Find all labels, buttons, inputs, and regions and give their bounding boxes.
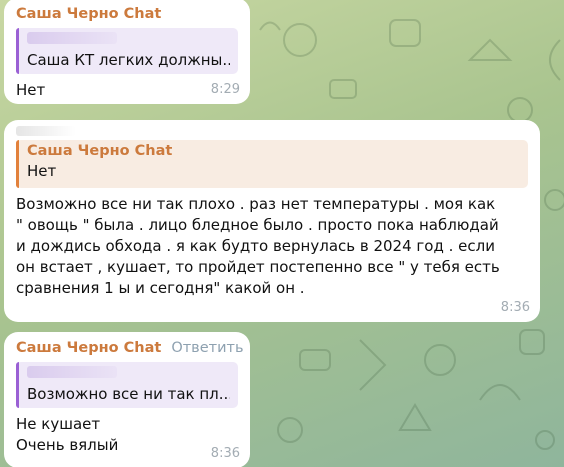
sender-name[interactable]: Саша Черно Chat	[16, 4, 238, 24]
quote-text: Нет	[27, 162, 57, 180]
message-text-line-2: Очень вялый	[16, 436, 119, 454]
message-time: 8:36	[210, 446, 240, 461]
quote-text: Возможно все ни так пл...	[27, 385, 230, 403]
redacted-quote-sender	[27, 366, 117, 378]
message-time: 8:36	[500, 300, 530, 315]
message-bubble[interactable]: Саша Черно Chat Саша КТ легких должны...…	[4, 0, 250, 104]
message-text: Возможно все ни так плохо . раз нет темп…	[16, 195, 500, 297]
reply-quote[interactable]: Возможно все ни так пл...	[16, 362, 238, 408]
message-time: 8:29	[210, 82, 240, 97]
sender-name: Саша Черно Chat Ответить	[16, 338, 244, 358]
sender-name-text[interactable]: Саша Черно Chat	[16, 340, 161, 356]
reply-quote[interactable]: Саша Черно Chat Нет	[16, 140, 528, 188]
message-text: Нет	[16, 81, 46, 99]
message-text-line-1: Не кушает	[16, 415, 101, 433]
reply-button[interactable]: Ответить	[171, 340, 243, 356]
quote-text: Саша КТ легких должны...	[27, 51, 230, 69]
quote-sender: Саша Черно Chat	[27, 143, 173, 159]
redacted-quote-sender	[27, 32, 117, 44]
reply-quote[interactable]: Саша КТ легких должны...	[16, 28, 238, 74]
message-bubble[interactable]: Саша Черно Chat Нет Возможно все ни так …	[4, 120, 540, 322]
message-bubble[interactable]: Саша Черно Chat Ответить Возможно все ни …	[4, 332, 250, 467]
redacted-sender-name	[16, 126, 76, 136]
